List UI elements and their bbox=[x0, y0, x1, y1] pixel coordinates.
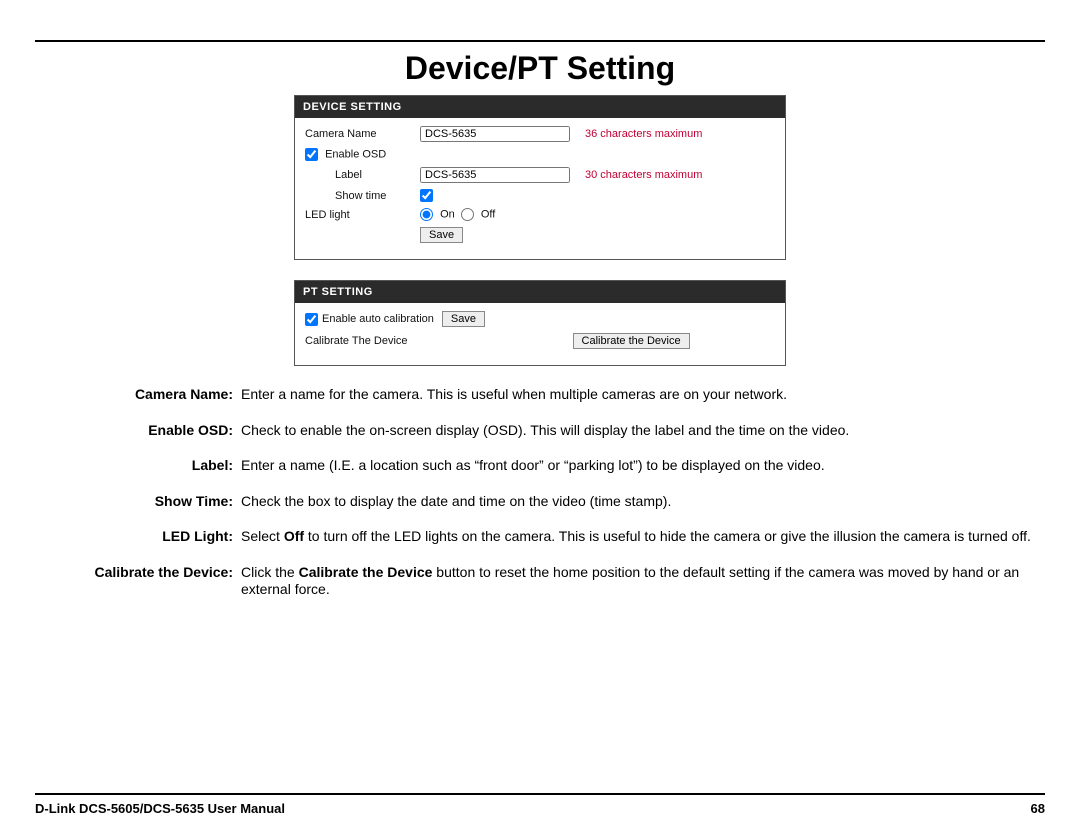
definition-row: Label:Enter a name (I.E. a location such… bbox=[35, 457, 1045, 475]
pt-save-button[interactable]: Save bbox=[442, 311, 485, 327]
calibrate-device-button[interactable]: Calibrate the Device bbox=[573, 333, 690, 349]
led-light-row: LED light On Off bbox=[305, 208, 775, 221]
page-title: Device/PT Setting bbox=[35, 50, 1045, 87]
definition-desc: Click the Calibrate the Device button to… bbox=[241, 564, 1045, 599]
device-setting-panel: DEVICE SETTING Camera Name 36 characters… bbox=[294, 95, 786, 260]
led-off-option: Off bbox=[461, 208, 496, 221]
show-time-row: Show time bbox=[305, 189, 775, 202]
enable-osd-cell: Enable OSD bbox=[305, 148, 420, 161]
auto-calibration-row: Enable auto calibration Save bbox=[305, 311, 775, 327]
osd-label-input[interactable] bbox=[420, 167, 570, 183]
pt-setting-panel: PT SETTING Enable auto calibration Save … bbox=[294, 280, 786, 366]
definitions-list: Camera Name:Enter a name for the camera.… bbox=[35, 386, 1045, 599]
definition-term: Camera Name: bbox=[35, 386, 241, 404]
osd-label-hint: 30 characters maximum bbox=[585, 169, 702, 181]
led-off-radio[interactable] bbox=[461, 208, 474, 221]
led-on-radio[interactable] bbox=[420, 208, 433, 221]
manual-page: Device/PT Setting DEVICE SETTING Camera … bbox=[0, 0, 1080, 834]
footer-left: D-Link DCS-5605/DCS-5635 User Manual bbox=[35, 801, 285, 816]
camera-name-hint: 36 characters maximum bbox=[585, 128, 702, 140]
footer-rule bbox=[35, 793, 1045, 795]
show-time-checkbox[interactable] bbox=[420, 189, 433, 202]
calibrate-button-wrap: Calibrate the Device bbox=[573, 333, 690, 349]
device-panel-body: Camera Name 36 characters maximum Enable… bbox=[295, 118, 785, 259]
auto-calibration-label: Enable auto calibration bbox=[322, 313, 434, 325]
camera-name-input[interactable] bbox=[420, 126, 570, 142]
enable-osd-label: Enable OSD bbox=[325, 148, 386, 160]
enable-osd-row: Enable OSD bbox=[305, 148, 775, 161]
definition-row: LED Light:Select Off to turn off the LED… bbox=[35, 528, 1045, 546]
osd-label-label: Label bbox=[305, 169, 420, 181]
device-save-button[interactable]: Save bbox=[420, 227, 463, 243]
camera-name-row: Camera Name 36 characters maximum bbox=[305, 126, 775, 142]
definition-term: Label: bbox=[35, 457, 241, 475]
definition-row: Show Time:Check the box to display the d… bbox=[35, 493, 1045, 511]
osd-label-row: Label 30 characters maximum bbox=[305, 167, 775, 183]
page-footer: D-Link DCS-5605/DCS-5635 User Manual 68 bbox=[35, 793, 1045, 816]
device-save-row: Save bbox=[305, 227, 775, 243]
definition-desc: Enter a name (I.E. a location such as “f… bbox=[241, 457, 1045, 475]
led-off-label: Off bbox=[481, 208, 495, 220]
definition-desc: Check to enable the on-screen display (O… bbox=[241, 422, 1045, 440]
calibrate-device-label: Calibrate The Device bbox=[305, 335, 408, 347]
definition-term: LED Light: bbox=[35, 528, 241, 546]
definition-term: Show Time: bbox=[35, 493, 241, 511]
definition-term: Enable OSD: bbox=[35, 422, 241, 440]
device-panel-header: DEVICE SETTING bbox=[295, 96, 785, 118]
definition-row: Calibrate the Device:Click the Calibrate… bbox=[35, 564, 1045, 599]
definition-desc: Check the box to display the date and ti… bbox=[241, 493, 1045, 511]
pt-panel-header: PT SETTING bbox=[295, 281, 785, 303]
definition-desc: Select Off to turn off the LED lights on… bbox=[241, 528, 1045, 546]
definition-term: Calibrate the Device: bbox=[35, 564, 241, 599]
show-time-label: Show time bbox=[305, 190, 420, 202]
calibrate-row: Calibrate The Device Calibrate the Devic… bbox=[305, 333, 775, 349]
led-light-label: LED light bbox=[305, 209, 420, 221]
definition-desc: Enter a name for the camera. This is use… bbox=[241, 386, 1045, 404]
enable-osd-checkbox[interactable] bbox=[305, 148, 318, 161]
pt-panel-body: Enable auto calibration Save Calibrate T… bbox=[295, 303, 785, 365]
top-rule bbox=[35, 40, 1045, 42]
footer-right: 68 bbox=[1031, 801, 1045, 816]
definition-row: Enable OSD:Check to enable the on-screen… bbox=[35, 422, 1045, 440]
led-on-option: On bbox=[420, 208, 455, 221]
auto-calibration-checkbox[interactable] bbox=[305, 313, 318, 326]
definition-row: Camera Name:Enter a name for the camera.… bbox=[35, 386, 1045, 404]
led-on-label: On bbox=[440, 208, 455, 220]
footer-row: D-Link DCS-5605/DCS-5635 User Manual 68 bbox=[35, 801, 1045, 816]
camera-name-label: Camera Name bbox=[305, 128, 420, 140]
